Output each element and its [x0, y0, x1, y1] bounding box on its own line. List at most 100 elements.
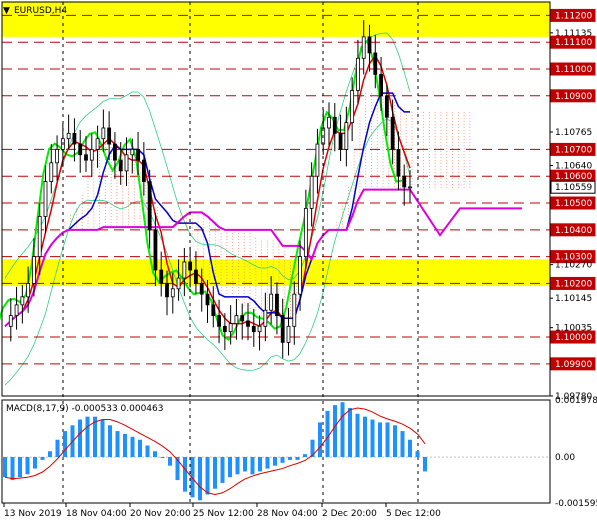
- candle-body: [101, 127, 106, 140]
- candle-body: [205, 293, 210, 306]
- candle-body: [396, 149, 401, 177]
- candle-body: [280, 315, 285, 343]
- candle-body: [344, 122, 349, 150]
- candle-body: [118, 159, 123, 172]
- price-axis-label: 1.10200: [555, 279, 592, 289]
- candle-body: [275, 293, 279, 316]
- macd-bar: [280, 457, 285, 463]
- candle-body: [141, 159, 146, 182]
- time-axis-label: 18 Nov 04:00: [66, 509, 127, 519]
- price-axis-label: 1.11100: [555, 38, 592, 48]
- candle-body: [309, 175, 314, 209]
- macd-bar: [198, 457, 202, 501]
- candle-body: [153, 229, 158, 271]
- macd-bar: [423, 457, 427, 472]
- macd-axis-label: -0.001595: [555, 499, 597, 509]
- price-axis-label: 1.10145: [555, 294, 592, 304]
- macd-bar: [393, 425, 397, 458]
- macd-bar: [363, 416, 367, 458]
- price-axis-label: 1.10000: [555, 333, 592, 343]
- candle-body: [303, 207, 308, 258]
- candle-body: [338, 132, 343, 150]
- candle-body: [367, 36, 372, 54]
- macd-bar: [153, 451, 157, 458]
- macd-bar: [295, 457, 300, 460]
- macd-bar: [205, 457, 210, 495]
- candle-body: [14, 304, 19, 316]
- candle-body: [390, 116, 395, 150]
- candle-body: [379, 73, 383, 97]
- envelope-lower: [4, 118, 411, 386]
- candle-body: [113, 143, 117, 161]
- candle-body: [84, 154, 88, 161]
- macd-bar: [100, 419, 105, 458]
- macd-bar: [115, 431, 120, 458]
- chart-canvas[interactable]: 1.112001.111351.111001.110001.109001.107…: [0, 0, 597, 524]
- candle-body: [350, 90, 355, 124]
- price-axis-label: 1.09900: [555, 360, 592, 370]
- macd-bar: [265, 457, 270, 469]
- candle-body: [194, 269, 198, 284]
- macd-pane-frame: [1, 399, 551, 504]
- macd-bar: [183, 457, 187, 492]
- macd-bar: [370, 419, 375, 458]
- macd-bar: [378, 422, 382, 458]
- candle-body: [373, 52, 378, 75]
- highlight-zone: [2, 2, 550, 37]
- macd-bar: [213, 457, 217, 489]
- macd-bar: [25, 457, 30, 475]
- macd-bar: [3, 457, 7, 478]
- candle-body: [49, 162, 54, 182]
- candle-body: [222, 325, 227, 333]
- macd-bar: [348, 408, 352, 458]
- macd-bar: [228, 457, 232, 478]
- candle-body: [8, 315, 13, 327]
- candle-body: [159, 269, 164, 284]
- macd-bar: [325, 410, 330, 458]
- macd-bar: [40, 457, 45, 460]
- lagging-line: [0, 38, 403, 341]
- macd-bar: [258, 457, 262, 472]
- title-marker-icon: ▼: [3, 6, 10, 16]
- macd-bar: [55, 439, 60, 458]
- candle-body: [165, 283, 169, 298]
- macd-bar: [303, 454, 307, 458]
- candle-body: [199, 283, 204, 295]
- price-axis-label: 1.10900: [555, 92, 592, 102]
- candle-body: [66, 132, 71, 140]
- candle-body: [384, 95, 389, 118]
- candle-body: [26, 283, 31, 298]
- macd-bar: [145, 445, 150, 458]
- macd-bar: [250, 457, 255, 475]
- highlight-zone: [2, 259, 550, 287]
- macd-bar: [235, 457, 240, 475]
- macd-bar: [318, 422, 322, 458]
- candle-body: [43, 181, 48, 217]
- macd-bar: [63, 431, 67, 458]
- price-axis-label: 1.11200: [555, 11, 592, 21]
- macd-label: MACD(8,17,9) -0.000533 0.000463: [6, 404, 163, 414]
- candle-body: [402, 175, 407, 188]
- candle-body: [315, 143, 320, 177]
- chart-window[interactable]: 1.11200 1.11135 1.11100 1.11000 1.10900 1.107…: [0, 0, 597, 524]
- candle-body: [246, 320, 250, 327]
- candle-body: [298, 256, 302, 295]
- candle-body: [136, 149, 140, 161]
- macd-bar: [243, 457, 247, 472]
- macd-bar: [415, 451, 420, 458]
- macd-bar: [85, 416, 90, 458]
- chart-title: EURUSD,H4: [14, 6, 67, 16]
- candle-body: [327, 116, 331, 129]
- macd-bar: [333, 405, 337, 458]
- candle-body: [240, 315, 245, 322]
- macd-bar: [400, 431, 405, 458]
- macd-bar: [18, 457, 22, 478]
- macd-bar: [160, 457, 165, 459]
- macd-axis-label: 0.00: [555, 453, 575, 463]
- price-axis-label: 1.10500: [555, 199, 592, 209]
- candle-body: [130, 149, 135, 156]
- candle-body: [147, 181, 152, 231]
- macd-bar: [108, 425, 112, 458]
- candle-body: [292, 293, 297, 327]
- time-axis-label: 13 Nov 2019: [4, 509, 62, 519]
